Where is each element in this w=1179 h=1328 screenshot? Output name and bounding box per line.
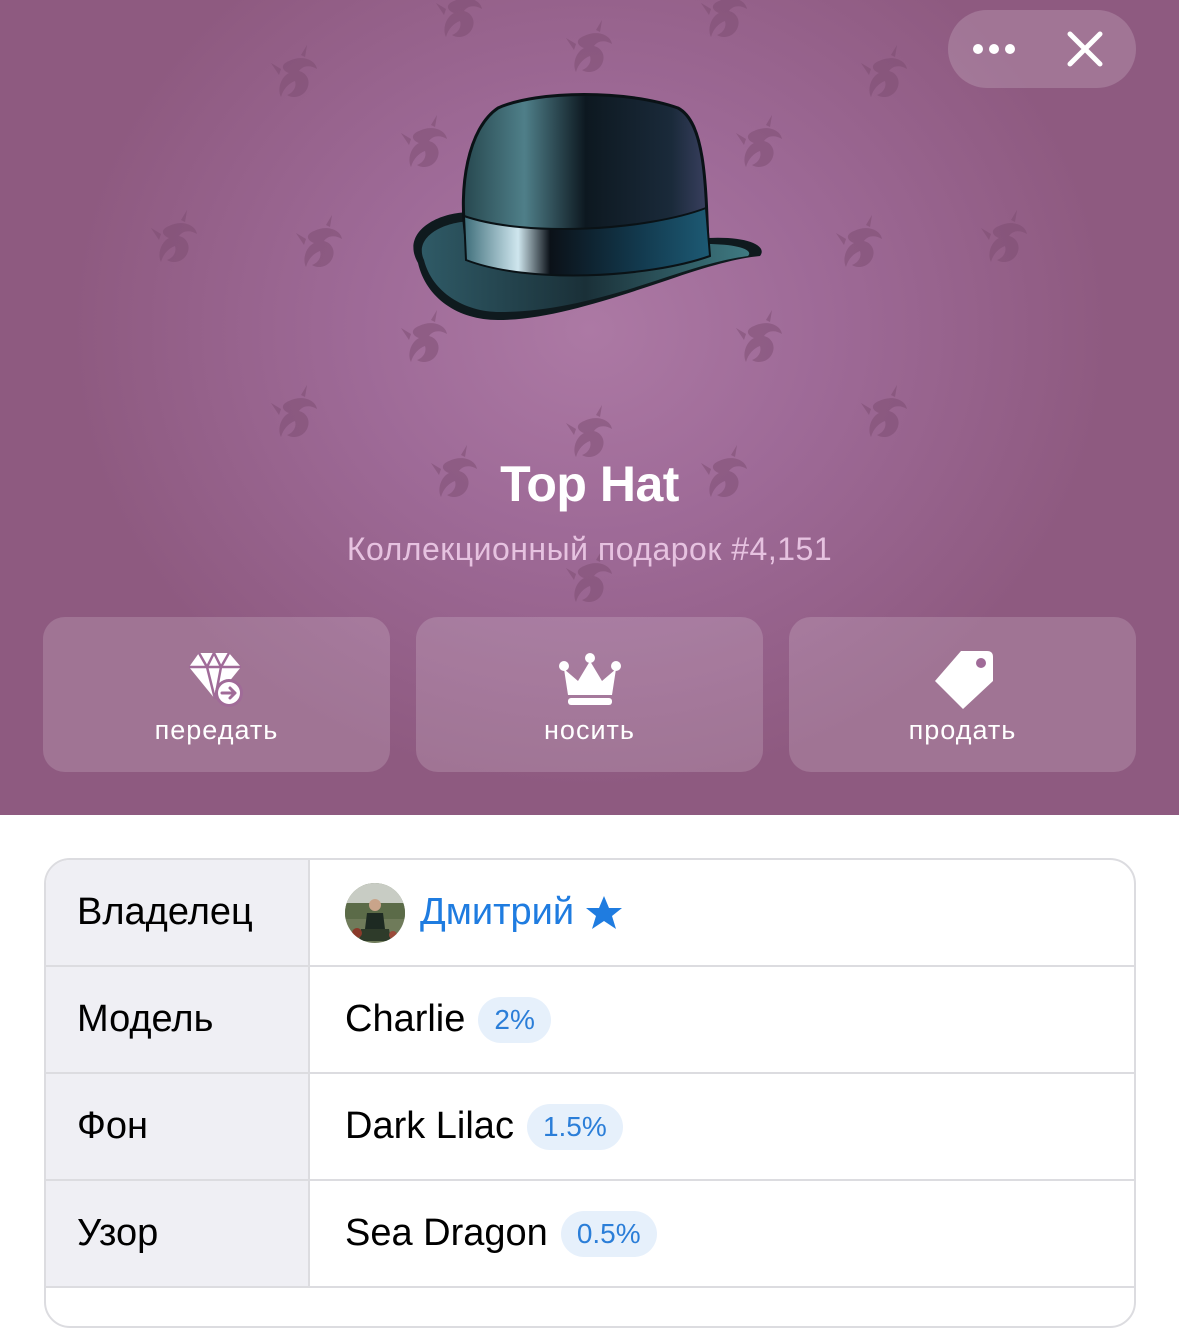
backdrop-row: Фон Dark Lilac 1.5% [46,1074,1134,1181]
backdrop-key: Фон [46,1074,310,1179]
transfer-label: передать [154,715,279,745]
owner-value[interactable]: Дмитрий [312,860,1134,965]
star-icon [586,895,623,929]
owner-name[interactable]: Дмитрий [420,891,574,934]
pattern-value: Sea Dragon 0.5% [312,1181,1134,1286]
backdrop-name: Dark Lilac [345,1105,514,1147]
crown-icon [558,653,621,705]
pattern-name: Sea Dragon [345,1212,548,1254]
gift-subtitle: Коллекционный подарок #4,151 [346,531,833,567]
owner-key: Владелец [46,860,310,965]
ellipsis-icon[interactable] [968,10,1020,88]
top-controls [948,10,1136,88]
pattern-rarity-badge[interactable]: 0.5% [560,1210,657,1257]
backdrop-rarity-badge[interactable]: 1.5% [526,1103,623,1150]
wear-button[interactable]: носить [416,617,763,772]
price-tag-icon [934,651,993,709]
diamond-transfer-icon [188,652,243,707]
sell-button[interactable]: продать [789,617,1136,772]
pattern-key: Узор [46,1181,310,1286]
model-row: Модель Charlie 2% [46,967,1134,1074]
pattern-row: Узор Sea Dragon 0.5% [46,1181,1134,1288]
gift-header: Top Hat Коллекционный подарок #4,151 пер… [0,0,1179,815]
gift-title: Top Hat [500,456,679,512]
model-rarity-badge[interactable]: 2% [478,996,551,1043]
model-key: Модель [46,967,310,1072]
avatar[interactable] [345,882,405,943]
close-icon[interactable] [1064,28,1106,70]
transfer-button[interactable]: передать [43,617,390,772]
model-name: Charlie [345,998,466,1040]
wear-label: носить [544,715,635,745]
gift-details-table: Владелец Дмитрий Модель Charlie 2% Фон D… [44,858,1136,1328]
top-hat-image [413,93,762,320]
sell-label: продать [908,715,1017,745]
model-value: Charlie 2% [312,967,1134,1072]
owner-row: Владелец Дмитрий [46,860,1134,967]
backdrop-value: Dark Lilac 1.5% [312,1074,1134,1179]
